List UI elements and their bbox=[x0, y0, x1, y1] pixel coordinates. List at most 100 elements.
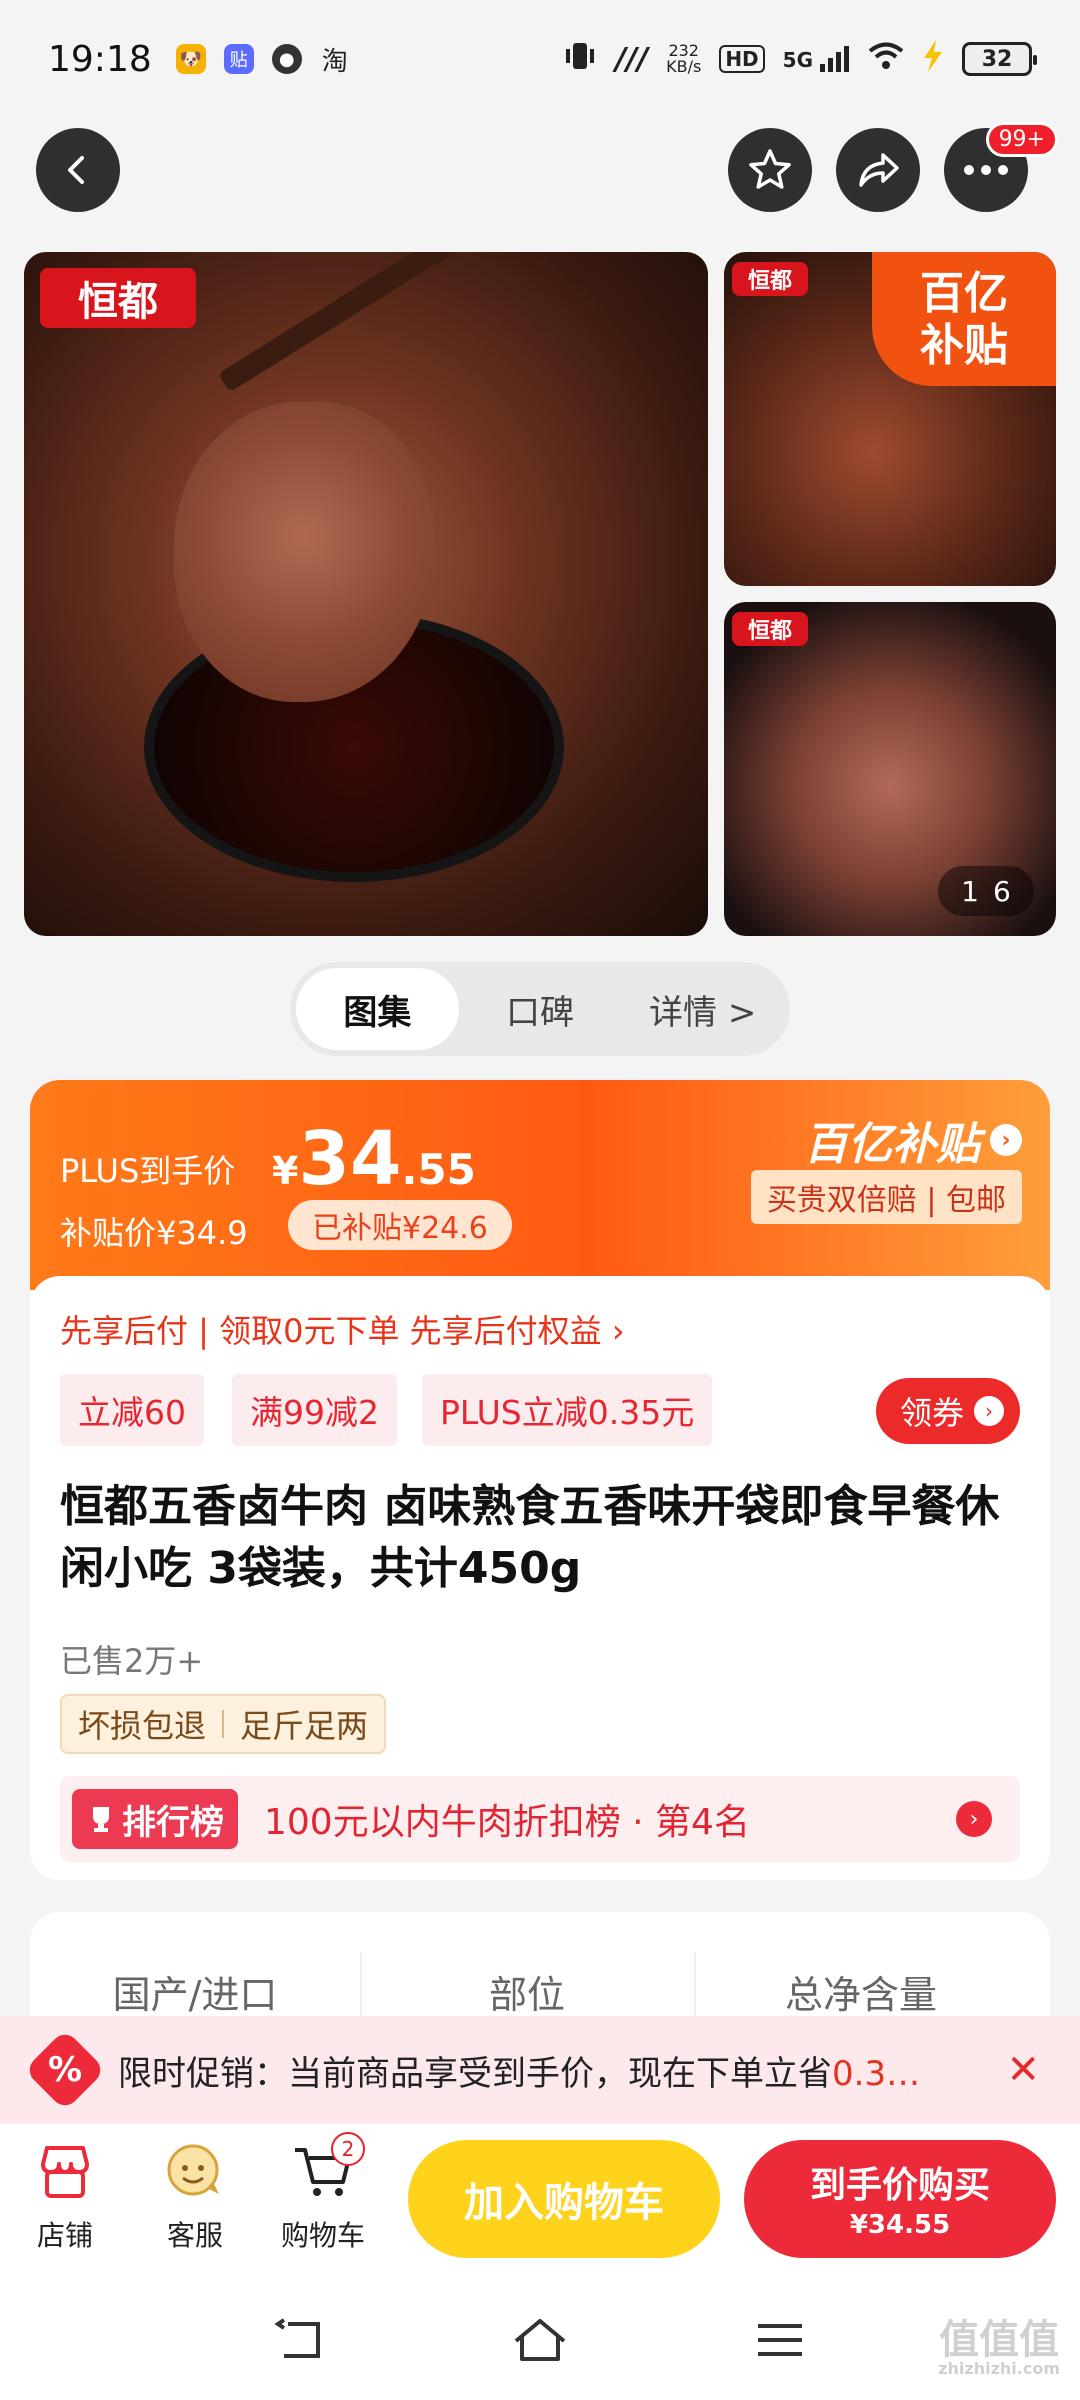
product-title: 恒都五香卤牛肉 卤味熟食五香味开袋即食早餐休闲小吃 3袋装，共计450g bbox=[60, 1481, 1000, 1594]
bottom-action-bar: 店铺 客服 2 购物车 加入购物车 到手价购买 ¥34.55 bbox=[0, 2124, 1080, 2280]
brand-logo-small: 恒都 bbox=[732, 612, 808, 646]
taobao-icon: 淘 bbox=[321, 46, 348, 77]
charging-icon bbox=[922, 40, 944, 78]
close-icon[interactable]: ✕ bbox=[1006, 2047, 1040, 2093]
cart-label: 购物车 bbox=[280, 2219, 365, 2252]
product-info-card: PLUS到手价 ¥34.55 补贴价¥34.9 已补贴¥24.6 百亿补贴 › … bbox=[30, 1080, 1050, 1880]
hd-icon: HD bbox=[719, 45, 765, 73]
spec-cut[interactable]: 部位 bbox=[362, 1964, 692, 2019]
status-time: 19:18 bbox=[48, 38, 152, 80]
get-coupon-label: 领券 bbox=[899, 1394, 964, 1432]
promo-text-highlight: 0.3… bbox=[832, 2053, 921, 2094]
chevron-right-icon: › bbox=[990, 1124, 1022, 1156]
system-menu-button[interactable] bbox=[750, 2310, 810, 2370]
price-decimal: .55 bbox=[401, 1145, 476, 1194]
sold-count: 已售2万+ bbox=[60, 1642, 204, 1680]
subsidy-price: 补贴价¥34.9 bbox=[60, 1214, 248, 1252]
coupon-row: 立减60 满99减2 PLUS立减0.35元 领券 › bbox=[60, 1374, 1020, 1448]
watermark-main: 值值值 bbox=[939, 2317, 1060, 2363]
customer-service-button[interactable]: 客服 bbox=[140, 2140, 250, 2254]
ranking-banner[interactable]: 排行榜 100元以内牛肉折扣榜 · 第4名 › bbox=[60, 1776, 1020, 1862]
service-guarantees[interactable]: 坏损包退 足斤足两 bbox=[60, 1694, 387, 1754]
thumbnail-image-1[interactable]: 恒都 百亿 补贴 bbox=[724, 252, 1056, 586]
subsidy-line-2: 补贴 bbox=[920, 320, 1008, 371]
system-back-button[interactable] bbox=[270, 2310, 330, 2370]
divider bbox=[222, 1710, 225, 1738]
watermark: 值值值 zhizhizhi.com bbox=[938, 2320, 1060, 2378]
thumbnail-image-2[interactable]: 恒都 1 6 bbox=[724, 602, 1056, 936]
promo-banner[interactable]: % 限时促销：当前商品享受到手价，现在下单立省0.3… ✕ bbox=[0, 2016, 1080, 2124]
tab-reviews[interactable]: 口碑 bbox=[459, 968, 622, 1050]
price-band: PLUS到手价 ¥34.55 补贴价¥34.9 已补贴¥24.6 百亿补贴 › … bbox=[30, 1080, 1050, 1290]
cart-button[interactable]: 2 购物车 bbox=[268, 2132, 378, 2254]
final-price: ¥34.55 bbox=[272, 1116, 476, 1202]
discount-icon-glyph: % bbox=[47, 2049, 83, 2090]
home-icon bbox=[514, 2319, 566, 2361]
shop-label: 店铺 bbox=[36, 2219, 93, 2252]
share-button[interactable] bbox=[836, 128, 920, 212]
brand-logo-small: 恒都 bbox=[732, 262, 808, 296]
tab-details[interactable]: 详情 > bbox=[621, 968, 784, 1050]
system-home-button[interactable] bbox=[510, 2310, 570, 2370]
watermark-sub: zhizhizhi.com bbox=[938, 2359, 1060, 2378]
pay-later-link[interactable]: 先享后付 | 领取0元下单 先享后付权益 › bbox=[60, 1306, 625, 1352]
shop-button[interactable]: 店铺 bbox=[10, 2140, 120, 2254]
buy-now-button[interactable]: 到手价购买 ¥34.55 bbox=[744, 2140, 1056, 2258]
net-speed: 232 KB/s bbox=[666, 43, 701, 75]
vibrate-icon bbox=[563, 39, 597, 79]
cart-icon: 2 bbox=[291, 2132, 365, 2204]
chopstick-graphic bbox=[218, 252, 671, 393]
tab-gallery[interactable]: 图集 bbox=[296, 968, 459, 1050]
beef-slice-graphic bbox=[174, 402, 434, 702]
more-button[interactable]: 99+ bbox=[944, 122, 1058, 212]
net-speed-unit: KB/s bbox=[666, 57, 702, 76]
star-icon bbox=[749, 149, 791, 189]
guarantee-item: 足斤足两 bbox=[240, 1707, 369, 1745]
main-product-image[interactable]: 恒都 bbox=[24, 252, 708, 936]
menu-icon bbox=[758, 2324, 802, 2356]
price-guarantee-tag: 买贵双倍赔 | 包邮 bbox=[750, 1170, 1022, 1224]
subsidized-amount-pill: 已补贴¥24.6 bbox=[288, 1200, 512, 1250]
shop-icon bbox=[33, 2140, 97, 2204]
product-gallery: 恒都 恒都 百亿 补贴 恒都 1 6 bbox=[24, 252, 1056, 936]
price-currency: ¥ bbox=[272, 1149, 299, 1193]
tieba-icon: 贴 bbox=[223, 44, 254, 74]
nfc-icon: /// bbox=[615, 41, 649, 77]
add-to-cart-button[interactable]: 加入购物车 bbox=[408, 2140, 720, 2258]
ranking-badge-label: 排行榜 bbox=[122, 1802, 224, 1843]
discount-icon: % bbox=[23, 2028, 107, 2112]
message-badge: 99+ bbox=[985, 122, 1058, 157]
signal-label: 5G bbox=[782, 48, 813, 72]
plus-price-label: PLUS到手价 bbox=[60, 1152, 236, 1190]
status-bar: 19:18 🐶 贴 ● 淘 /// 232 KB/s HD 5G 32 bbox=[0, 0, 1080, 118]
image-counter-total: 6 bbox=[993, 874, 1011, 908]
spec-net-weight[interactable]: 总净含量 bbox=[696, 1964, 1026, 2019]
media-tabs: 图集 口碑 详情 > bbox=[290, 962, 790, 1056]
subsidy-corner-badge: 百亿 补贴 bbox=[872, 252, 1056, 386]
spec-origin[interactable]: 国产/进口 bbox=[30, 1964, 360, 2019]
price-integer: 34 bbox=[298, 1116, 402, 1202]
promo-text-prefix: 限时促销：当前商品享受到手价，现在下单立省 bbox=[118, 2053, 832, 2094]
get-coupon-button[interactable]: 领券 › bbox=[875, 1378, 1020, 1444]
ranking-text: 100元以内牛肉折扣榜 · 第4名 bbox=[264, 1802, 750, 1843]
status-indicators: /// 232 KB/s HD 5G 32 bbox=[563, 39, 1037, 79]
favorite-button[interactable] bbox=[728, 128, 812, 212]
customer-service-icon bbox=[163, 2140, 227, 2204]
coupon-chip: 立减60 bbox=[60, 1374, 204, 1446]
chevron-right-icon: › bbox=[974, 1396, 1004, 1426]
back-arrow-icon bbox=[68, 156, 84, 184]
guarantee-item: 坏损包退 bbox=[78, 1707, 207, 1745]
buy-now-label: 到手价购买 bbox=[809, 2165, 990, 2206]
subsidy-line-1: 百亿 bbox=[920, 268, 1008, 319]
brand-logo: 恒都 bbox=[40, 268, 196, 328]
back-button[interactable] bbox=[36, 128, 120, 212]
billion-subsidy-link[interactable]: 百亿补贴 › bbox=[804, 1108, 1022, 1172]
doge-icon: 🐶 bbox=[175, 44, 206, 74]
product-details: 先享后付 | 领取0元下单 先享后付权益 › 立减60 满99减2 PLUS立减… bbox=[30, 1276, 1050, 1880]
customer-service-label: 客服 bbox=[166, 2219, 223, 2252]
buy-now-price: ¥34.55 bbox=[849, 2210, 951, 2240]
image-counter: 1 6 bbox=[938, 866, 1034, 916]
coupon-chip: 满99减2 bbox=[232, 1374, 397, 1446]
back-icon bbox=[274, 2318, 320, 2358]
ranking-badge: 排行榜 bbox=[72, 1789, 238, 1849]
